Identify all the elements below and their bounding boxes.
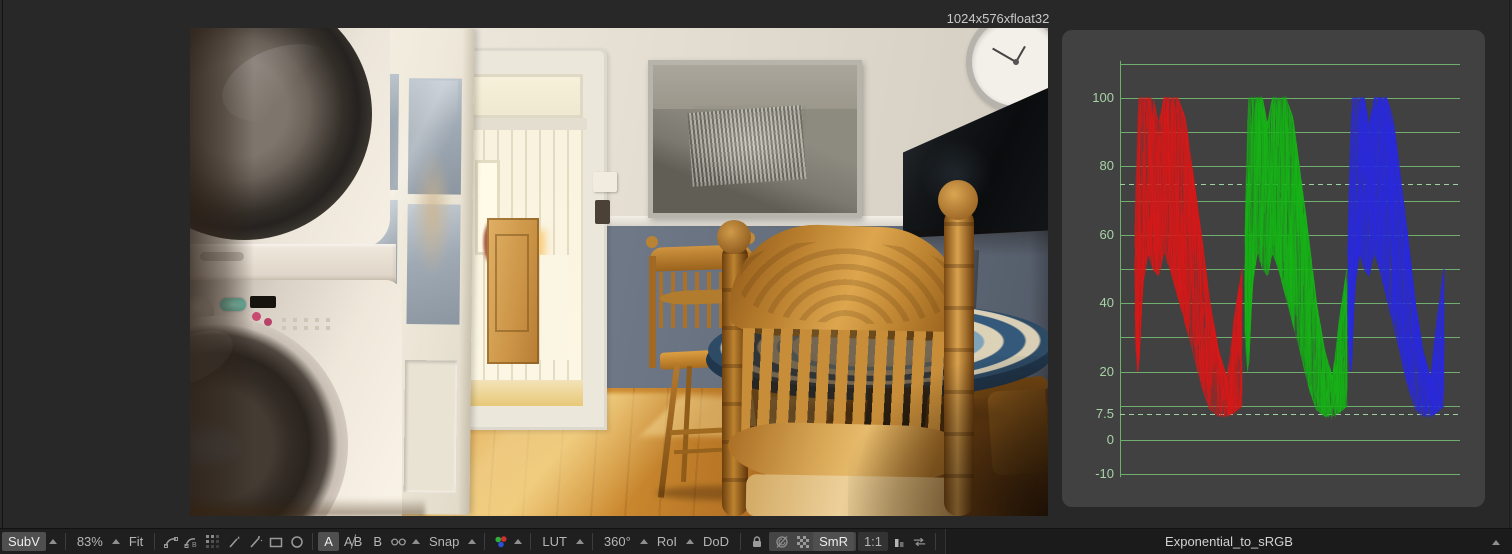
viewer-window: 1024x576xfloat32 100 80 60 40 20 7.5 0 -… xyxy=(0,0,1512,554)
viewer-lut-selector[interactable]: Exponential_to_sRGB xyxy=(945,529,1512,554)
far-chair-knob xyxy=(646,236,658,248)
front-chair-knob xyxy=(938,180,978,220)
scope-tick-label: 60 xyxy=(1099,226,1114,242)
lock-icon[interactable] xyxy=(748,533,765,550)
checker-underlay-icon[interactable] xyxy=(794,533,811,550)
toolbar-separator xyxy=(484,533,486,550)
clock-hub xyxy=(1013,59,1019,65)
stereo-menu-arrow-icon[interactable] xyxy=(411,539,420,544)
doorway-crossbar xyxy=(465,118,587,130)
washer-button-row xyxy=(282,318,336,322)
snap-menu-arrow-icon[interactable] xyxy=(468,539,477,544)
show-controls-icon[interactable] xyxy=(773,533,790,550)
scope-tick-label: 40 xyxy=(1099,295,1114,311)
scope-tick-label: 0 xyxy=(1106,432,1114,447)
toolbar-separator xyxy=(740,533,742,550)
lut-selector-arrow-icon xyxy=(1492,540,1500,545)
roi-button[interactable]: RoI xyxy=(651,532,683,551)
toolbar-separator xyxy=(312,533,314,550)
scope-tick-label: 7.5 xyxy=(1095,406,1114,422)
buffer-b-button[interactable]: B xyxy=(367,532,388,551)
framed-city-photo xyxy=(648,60,862,218)
waveform-scope-canvas xyxy=(1062,30,1485,507)
scope-tick-label: -10 xyxy=(1095,466,1114,482)
photo-skyline xyxy=(687,105,807,188)
scope-tick-label: 100 xyxy=(1092,90,1114,105)
subview-button[interactable]: SubV xyxy=(2,532,46,551)
front-chair-knob xyxy=(717,220,751,254)
fit-button[interactable]: Fit xyxy=(123,532,149,551)
spline-icon[interactable] xyxy=(162,533,179,550)
bspline-icon[interactable]: B xyxy=(183,533,200,550)
toolbar-separator xyxy=(64,533,66,550)
viewer-toolbar: SubV 83% Fit B A AB B Snap LUT 360° RoI … xyxy=(0,528,1512,554)
lut-button[interactable]: LUT xyxy=(536,532,573,551)
buffer-a-button[interactable]: A xyxy=(318,532,339,551)
machine-side-shadow xyxy=(190,28,254,516)
thermostat xyxy=(593,172,617,192)
dod-button[interactable]: DoD xyxy=(697,532,735,551)
scope-tick-label: 20 xyxy=(1099,363,1114,379)
corner-shadow xyxy=(848,356,1048,516)
snap-button[interactable]: Snap xyxy=(423,532,465,551)
waveform-scope-panel[interactable]: 100 80 60 40 20 7.5 0 -10 xyxy=(1062,30,1485,507)
scope-tick-label: 80 xyxy=(1099,158,1114,174)
paint-brush-icon[interactable] xyxy=(225,533,242,550)
door-lower-panel xyxy=(403,360,458,493)
color-channels-icon[interactable] xyxy=(492,533,509,550)
toolbar-separator xyxy=(935,533,937,550)
roi-menu-arrow-icon[interactable] xyxy=(686,539,695,544)
white-appliance xyxy=(540,255,569,360)
left-panel-divider xyxy=(2,0,3,528)
cabinet-panel xyxy=(495,234,529,332)
zoom-level-button[interactable]: 83% xyxy=(71,532,109,551)
one-to-one-button[interactable]: 1:1 xyxy=(857,532,889,551)
machine-floor-shadow xyxy=(190,498,425,516)
front-chair-woodgrain xyxy=(738,239,957,327)
subview-menu-arrow-icon[interactable] xyxy=(48,539,57,544)
toolbar-separator xyxy=(530,533,532,550)
rectangle-tool-icon[interactable] xyxy=(267,533,284,550)
wand-icon[interactable] xyxy=(246,533,263,550)
stereo-glasses-icon[interactable] xyxy=(390,533,407,550)
buffer-ab-split-button[interactable]: AB xyxy=(339,532,367,551)
doorway-sill xyxy=(469,380,583,406)
resolution-label: 1024x576xfloat32 xyxy=(946,11,1050,26)
swap-buffers-icon[interactable] xyxy=(911,533,928,550)
pano-360-button[interactable]: 360° xyxy=(598,532,637,551)
toolbar-separator xyxy=(154,533,156,550)
zoom-menu-arrow-icon[interactable] xyxy=(111,539,120,544)
normalize-levels-icon[interactable] xyxy=(890,533,907,550)
pixel-grid-icon[interactable] xyxy=(204,533,221,550)
far-chair-post xyxy=(649,256,656,368)
lut-menu-arrow-icon[interactable] xyxy=(575,539,584,544)
wood-cabinet xyxy=(487,218,539,364)
light-switch xyxy=(595,200,610,224)
svg-text:B: B xyxy=(192,542,197,549)
viewer-lut-name: Exponential_to_sRGB xyxy=(1165,534,1293,549)
right-panel-divider xyxy=(1509,0,1510,528)
smooth-resize-button[interactable]: SmR xyxy=(813,532,854,551)
view-options-group: SmR xyxy=(769,532,856,551)
toolbar-separator xyxy=(591,533,593,550)
doorway-opening xyxy=(469,130,583,406)
ellipse-tool-icon[interactable] xyxy=(288,533,305,550)
pano-menu-arrow-icon[interactable] xyxy=(639,539,648,544)
channels-menu-arrow-icon[interactable] xyxy=(514,539,523,544)
transom-window xyxy=(469,74,583,118)
washer-button-row xyxy=(282,326,336,330)
viewer-image[interactable] xyxy=(190,28,1048,516)
